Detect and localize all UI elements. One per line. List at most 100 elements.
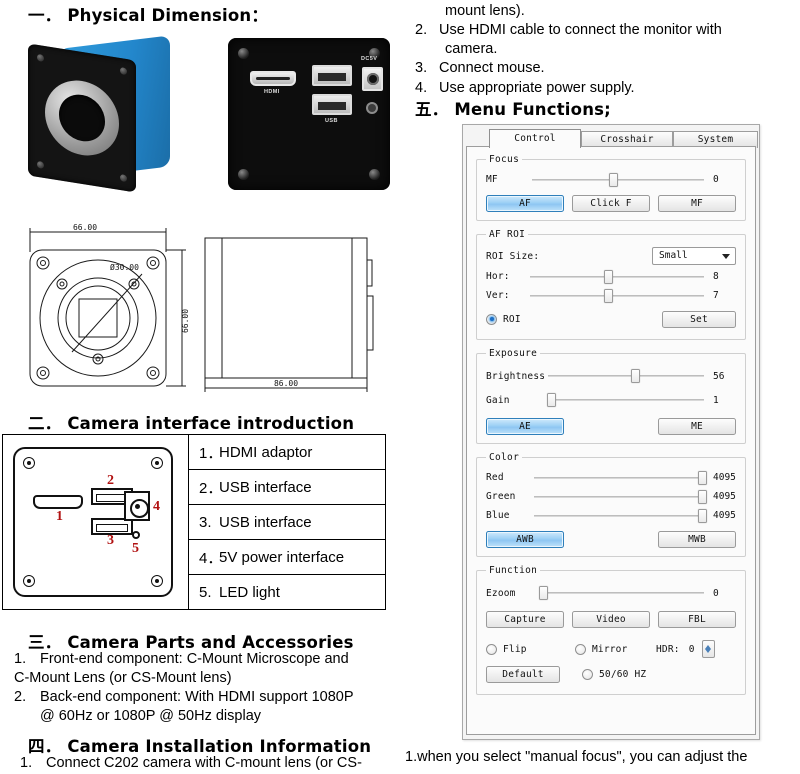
item-number: 4. — [409, 79, 439, 98]
table-row: 2． USB interface — [189, 470, 385, 505]
hz-radio[interactable] — [582, 669, 593, 680]
gain-slider[interactable] — [548, 392, 704, 408]
ezoom-row: Ezoom 0 — [486, 581, 736, 605]
usb-port-bottom-photo — [312, 94, 352, 115]
gain-value: 1 — [706, 395, 736, 406]
blue-label: Blue — [486, 510, 532, 521]
list-item: 1. Front-end component: C-Mount Microsco… — [14, 650, 386, 669]
hdmi-label: HDMI — [264, 89, 280, 95]
heading-camera-interface: 二． Camera interface introduction — [28, 410, 354, 434]
brightness-slider[interactable] — [548, 368, 704, 384]
slider-thumb[interactable] — [604, 270, 613, 284]
row-number: 1． — [199, 442, 219, 463]
group-focus-legend: Focus — [486, 154, 522, 165]
af-button[interactable]: AF — [486, 195, 564, 212]
blue-value: 4095 — [706, 510, 736, 521]
green-label: Green — [486, 491, 532, 502]
ver-slider[interactable] — [530, 288, 704, 304]
item-number: 2. — [409, 21, 439, 40]
mf-button[interactable]: MF — [658, 195, 736, 212]
flip-radio[interactable] — [486, 644, 497, 655]
capture-button[interactable]: Capture — [486, 611, 564, 628]
group-function-legend: Function — [486, 565, 540, 576]
chevron-down-icon — [722, 254, 730, 259]
item-number: 3. — [409, 59, 439, 78]
set-button[interactable]: Set — [662, 311, 736, 328]
row-number: 2． — [199, 477, 219, 498]
list-item: 1. Connect C202 camera with C-mount lens… — [20, 754, 392, 773]
led-light-diagram — [132, 531, 140, 539]
hdr-label: HDR: — [656, 644, 680, 655]
row-number: 3. — [199, 514, 219, 531]
mwb-button[interactable]: MWB — [658, 531, 736, 548]
ezoom-slider[interactable] — [540, 585, 704, 601]
ae-button[interactable]: AE — [486, 418, 564, 435]
hdr-value: 0 — [689, 644, 695, 655]
video-button[interactable]: Video — [572, 611, 650, 628]
hor-value: 8 — [706, 271, 736, 282]
tab-control[interactable]: Control — [489, 129, 581, 148]
dim-width-label: 66.00 — [73, 223, 97, 232]
usb-port-top-photo — [312, 65, 352, 86]
group-af-roi-legend: AF ROI — [486, 229, 528, 240]
row-label: USB interface — [219, 479, 312, 496]
table-row: 5. LED light — [189, 575, 385, 609]
dc-power-port-diagram — [124, 491, 150, 521]
green-slider[interactable] — [534, 489, 704, 505]
mf-slider[interactable] — [532, 172, 704, 188]
brightness-value: 56 — [706, 371, 736, 382]
row-label: HDMI adaptor — [219, 444, 312, 461]
roi-size-row: ROI Size: Small — [486, 245, 736, 267]
red-slider[interactable] — [534, 470, 704, 486]
slider-thumb[interactable] — [698, 471, 707, 485]
brightness-label: Brightness — [486, 371, 546, 382]
callout-1: 1 — [56, 509, 63, 525]
item-text: Front-end component: C-Mount Microscope … — [40, 650, 386, 669]
mirror-label: Mirror — [592, 644, 656, 655]
interface-table: 1 2 3 4 5 1． HDMI adaptor 2． USB interfa… — [2, 434, 386, 610]
me-button[interactable]: ME — [658, 418, 736, 435]
item-number: 2. — [14, 688, 40, 707]
table-row: 3. USB interface — [189, 505, 385, 540]
roi-radio[interactable] — [486, 314, 497, 325]
item-text-cont: camera. — [409, 40, 797, 59]
callout-3: 3 — [107, 533, 114, 549]
roi-size-dropdown[interactable]: Small — [652, 247, 736, 265]
slider-thumb[interactable] — [698, 490, 707, 504]
slider-thumb[interactable] — [604, 289, 613, 303]
slider-track — [540, 592, 704, 594]
click-f-button[interactable]: Click F — [572, 195, 650, 212]
row-number: 4． — [199, 547, 219, 568]
slider-thumb[interactable] — [547, 393, 556, 407]
color-buttons: AWB MWB — [486, 531, 736, 548]
blue-slider[interactable] — [534, 508, 704, 524]
list-item: 2. Back-end component: With HDMI support… — [14, 688, 386, 707]
default-button[interactable]: Default — [486, 666, 560, 683]
slider-thumb[interactable] — [539, 586, 548, 600]
blue-row: Blue 4095 — [486, 506, 736, 525]
group-af-roi: AF ROI ROI Size: Small Hor: — [476, 229, 746, 340]
item-text: Use HDMI cable to connect the monitor wi… — [439, 21, 797, 40]
fbl-button[interactable]: FBL — [658, 611, 736, 628]
red-label: Red — [486, 472, 532, 483]
hor-slider[interactable] — [530, 269, 704, 285]
roi-size-value: Small — [659, 250, 688, 261]
installation-list-left: 1. Connect C202 camera with C-mount lens… — [20, 754, 392, 773]
item-text-cont: mount lens). — [409, 2, 797, 21]
mirror-radio[interactable] — [575, 644, 586, 655]
rear-panel-diagram: 1 2 3 4 5 — [3, 435, 189, 609]
hdr-stepper[interactable] — [702, 640, 715, 658]
parts-list: 1. Front-end component: C-Mount Microsco… — [14, 650, 386, 727]
default-hz-row: Default 50/60 HZ — [486, 662, 736, 686]
awb-button[interactable]: AWB — [486, 531, 564, 548]
slider-thumb[interactable] — [609, 173, 618, 187]
group-exposure: Exposure Brightness 56 Gain — [476, 348, 746, 444]
roi-ver-row: Ver: 7 — [486, 286, 736, 305]
group-focus: Focus MF 0 AF Click F MF — [476, 154, 746, 221]
row-label: LED light — [219, 584, 280, 601]
dc5v-label: DC5V — [361, 56, 377, 62]
slider-thumb[interactable] — [698, 509, 707, 523]
slider-thumb[interactable] — [631, 369, 640, 383]
dc-power-port-photo — [362, 67, 383, 91]
gain-label: Gain — [486, 395, 546, 406]
